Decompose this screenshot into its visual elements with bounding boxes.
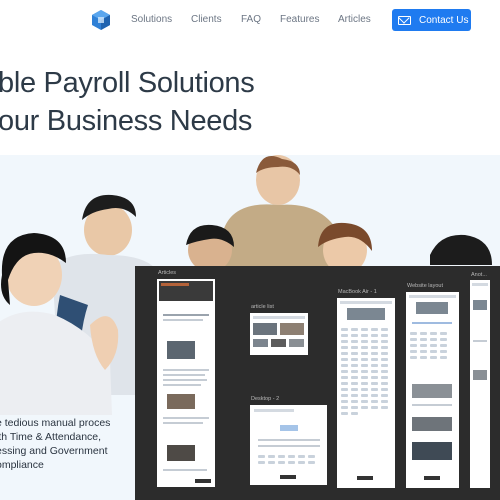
hero-desc-line-2: ith Time & Attendance, [0,431,102,443]
mail-icon [398,15,411,25]
nav-link-articles[interactable]: Articles [338,14,371,25]
frame-website-layout[interactable] [406,292,459,488]
hero-desc-line-4: ompliance [0,459,44,471]
hero-title-line-2: our Business Needs [0,105,253,137]
frame-label-another[interactable]: Anot... [471,272,487,278]
hero-title-line-1: ble Payroll Solutions [0,67,255,99]
top-nav: Solutions Clients FAQ Features Articles … [0,0,500,40]
frame-label-article-list[interactable]: article list [251,304,274,310]
contact-us-button[interactable]: Contact Us [392,9,471,31]
frame-article-list[interactable] [250,313,308,355]
hero-desc-line-3: essing and Government [0,445,108,457]
nav-link-solutions[interactable]: Solutions [131,14,172,25]
company-logo-icon[interactable] [90,9,112,31]
contact-us-label: Contact Us [419,14,469,26]
nav-link-clients[interactable]: Clients [191,14,222,25]
frame-another[interactable] [470,280,490,488]
nav-link-faq[interactable]: FAQ [241,14,261,25]
frame-label-macbook-air-1[interactable]: MacBook Air - 1 [338,289,377,295]
frame-macbook-air-1[interactable] [337,298,395,488]
frame-label-desktop-2[interactable]: Desktop - 2 [251,396,279,402]
page: Solutions Clients FAQ Features Articles … [0,0,500,500]
frame-desktop-2[interactable] [250,405,327,485]
frame-label-articles[interactable]: Articles [158,270,176,276]
hero-title: ble Payroll Solutions our Business Needs [0,64,500,140]
hero-description: e tedious manual proces ith Time & Atten… [0,416,136,472]
frame-label-website-layout[interactable]: Website layout [407,283,443,289]
frame-articles[interactable] [157,279,215,487]
nav-link-features[interactable]: Features [280,14,319,25]
figma-canvas[interactable]: Articles article list Desktop - 2 MacBoo… [135,266,500,500]
hero-desc-line-1: e tedious manual proces [0,417,111,429]
